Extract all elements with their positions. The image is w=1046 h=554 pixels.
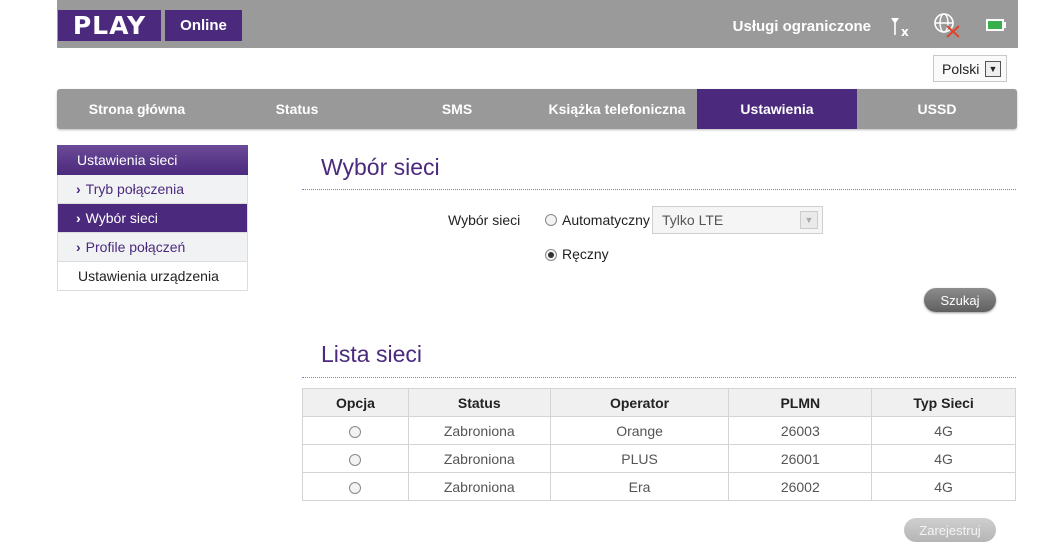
network-list-table: Opcja Status Operator PLMN Typ Sieci Zab…: [302, 388, 1016, 501]
sidebar-item-connection-profiles[interactable]: › Profile połączeń: [57, 233, 248, 262]
sidebar-item-label: Wybór sieci: [85, 210, 158, 226]
sidebar-header-network-settings[interactable]: Ustawienia sieci: [57, 145, 248, 175]
operator-cell: PLUS: [549, 444, 730, 473]
page-title: Wybór sieci: [321, 154, 440, 180]
chevron-right-icon: ›: [76, 239, 81, 255]
online-label: Online: [165, 10, 242, 41]
plmn-cell: 26001: [728, 444, 873, 473]
tab-sms[interactable]: SMS: [377, 89, 537, 129]
operator-cell: Era: [549, 472, 730, 501]
globe-disconnected-icon: [934, 13, 960, 38]
svg-text:x: x: [901, 25, 909, 37]
sidebar-item-device-settings[interactable]: Ustawienia urządzenia: [57, 262, 248, 291]
service-status-text: Usługi ograniczone: [732, 18, 871, 35]
network-list-title: Lista sieci: [321, 341, 422, 367]
column-header-status: Status: [407, 388, 551, 417]
status-cell: Zabroniona: [407, 444, 551, 473]
status-cell: Zabroniona: [407, 416, 551, 445]
language-select[interactable]: Polski ▼: [933, 55, 1007, 82]
table-row[interactable]: Zabroniona Orange 26003 4G: [302, 416, 1016, 445]
option-cell: [302, 472, 409, 501]
language-value: Polski: [942, 60, 980, 77]
tab-status[interactable]: Status: [217, 89, 377, 129]
sidebar-item-label: Profile połączeń: [85, 239, 186, 255]
chevron-down-icon[interactable]: ▼: [985, 61, 1001, 77]
manual-label: Ręczny: [562, 246, 609, 262]
main-nav: Strona główna Status SMS Książka telefon…: [57, 89, 1017, 129]
register-button[interactable]: Zarejestruj: [904, 518, 996, 542]
network-type-cell: 4G: [871, 472, 1016, 501]
chevron-right-icon: ›: [76, 210, 81, 226]
table-row[interactable]: Zabroniona PLUS 26001 4G: [302, 444, 1016, 473]
option-cell: [302, 416, 409, 445]
tab-ussd[interactable]: USSD: [857, 89, 1017, 129]
network-type-cell: 4G: [871, 444, 1016, 473]
signal-no-service-icon: x: [891, 18, 909, 37]
network-option-radio[interactable]: [349, 481, 362, 494]
automatic-radio[interactable]: [545, 214, 557, 226]
operator-cell: Orange: [549, 416, 730, 445]
column-header-option: Opcja: [302, 388, 409, 417]
tab-settings[interactable]: Ustawienia: [697, 89, 857, 129]
chevron-down-icon[interactable]: ▼: [800, 211, 818, 229]
sidebar-item-connection-mode[interactable]: › Tryb połączenia: [57, 175, 248, 204]
network-selection-label: Wybór sieci: [448, 212, 521, 228]
section-divider: [302, 189, 1016, 190]
option-cell: [302, 444, 409, 473]
play-logo: PLAY: [58, 10, 161, 41]
column-header-operator: Operator: [549, 388, 730, 417]
tab-home[interactable]: Strona główna: [57, 89, 217, 129]
network-mode-value: Tylko LTE: [662, 212, 724, 228]
network-option-radio[interactable]: [349, 453, 362, 466]
manual-radio[interactable]: [545, 249, 557, 261]
table-row[interactable]: Zabroniona Era 26002 4G: [302, 472, 1016, 501]
sidebar-item-network-selection[interactable]: › Wybór sieci: [57, 204, 248, 233]
search-button[interactable]: Szukaj: [924, 288, 996, 312]
tab-phonebook[interactable]: Książka telefoniczna: [537, 89, 697, 129]
column-header-network-type: Typ Sieci: [871, 388, 1016, 417]
automatic-label: Automatyczny: [562, 212, 650, 228]
top-header: PLAY Online Usługi ograniczone: [57, 0, 1018, 48]
sidebar-item-label: Ustawienia urządzenia: [78, 268, 219, 284]
network-type-cell: 4G: [871, 416, 1016, 445]
table-header-row: Opcja Status Operator PLMN Typ Sieci: [302, 388, 1016, 417]
battery-icon: [986, 19, 1006, 31]
plmn-cell: 26003: [728, 416, 873, 445]
column-header-plmn: PLMN: [728, 388, 873, 417]
section-divider: [302, 377, 1016, 378]
status-cell: Zabroniona: [407, 472, 551, 501]
network-option-radio[interactable]: [349, 425, 362, 438]
plmn-cell: 26002: [728, 472, 873, 501]
network-mode-select[interactable]: Tylko LTE ▼: [652, 206, 823, 234]
chevron-right-icon: ›: [76, 181, 81, 197]
sidebar-item-label: Tryb połączenia: [85, 181, 184, 197]
